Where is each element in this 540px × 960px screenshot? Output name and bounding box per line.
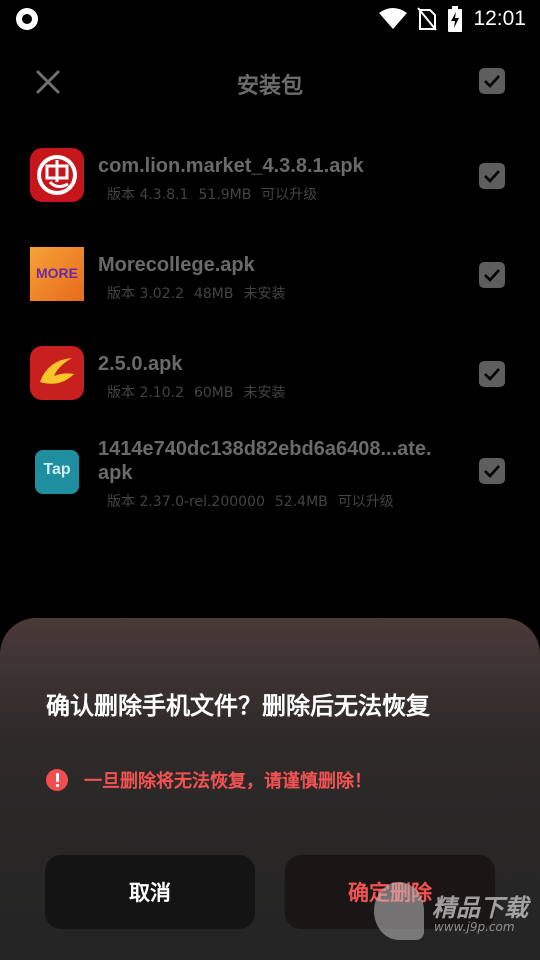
status-time: 12:01: [473, 7, 526, 30]
file-name: Morecollege.apk: [98, 254, 255, 276]
file-status: 可以升级: [337, 494, 394, 510]
watermark-url: www.j9p.com: [434, 920, 515, 934]
header: 安装包: [0, 38, 540, 126]
file-checkbox[interactable]: [479, 458, 505, 484]
checkmark-icon: [484, 75, 500, 88]
file-status: 未安装: [243, 286, 286, 302]
file-meta: 版本 3.02.2 48MB 未安装: [107, 283, 295, 303]
tap-icon-label: Tap: [43, 461, 71, 478]
status-icons: 12:01: [379, 4, 526, 34]
warning-row: 一旦删除将无法恢复，请谨慎删除！: [46, 768, 372, 792]
file-name-line2: apk: [98, 462, 133, 484]
tap-app-icon: Tap: [35, 450, 79, 494]
file-version: 版本 3.02.2: [107, 286, 184, 302]
list-item[interactable]: 2.5.0.apk 版本 2.10.2 60MB 未安装: [0, 340, 540, 432]
checkmark-icon: [484, 368, 500, 381]
select-all-checkbox[interactable]: [479, 68, 505, 94]
file-size: 48MB: [193, 286, 234, 302]
watermark: 精品下载 www.j9p.com: [374, 880, 540, 960]
list-item[interactable]: Tap 1414e740dc138d82ebd6a6408...ate. apk…: [0, 433, 540, 543]
wifi-icon: [379, 8, 408, 29]
list-item[interactable]: com.lion.market_4.3.8.1.apk 版本 4.3.8.1 51…: [0, 142, 540, 234]
status-bar: 12:01: [0, 0, 540, 38]
checkmark-icon: [484, 465, 500, 478]
list-item[interactable]: MORE Morecollege.apk 版本 3.02.2 48MB 未安装: [0, 241, 540, 333]
file-checkbox[interactable]: [479, 163, 505, 189]
no-sim-icon: [417, 7, 438, 31]
file-version: 版本 2.37.0-rel.200000: [107, 494, 265, 510]
page-title: 安装包: [236, 74, 303, 99]
file-size: 51.9MB: [198, 187, 252, 203]
file-name: com.lion.market_4.3.8.1.apk: [98, 155, 364, 177]
cancel-button[interactable]: 取消: [45, 855, 255, 929]
file-version: 版本 4.3.8.1: [107, 187, 189, 203]
watermark-text: 精品下载: [432, 894, 528, 922]
file-size: 52.4MB: [274, 494, 328, 510]
warning-icon: [46, 769, 68, 791]
battery-charging-icon: [448, 6, 463, 32]
more-icon-label: MORE: [36, 265, 78, 281]
checkmark-icon: [484, 269, 500, 282]
app-notification-icon: [16, 8, 38, 30]
file-meta: 版本 2.37.0-rel.200000 52.4MB 可以升级: [107, 491, 404, 511]
file-status: 未安装: [243, 385, 286, 401]
more-app-icon: MORE: [30, 247, 84, 301]
file-name: 2.5.0.apk: [98, 353, 183, 375]
file-name: 1414e740dc138d82ebd6a6408...ate. apk: [98, 437, 432, 485]
file-name-line1: 1414e740dc138d82ebd6a6408...ate.: [98, 438, 432, 460]
file-checkbox[interactable]: [479, 361, 505, 387]
file-size: 60MB: [193, 385, 234, 401]
warning-text: 一旦删除将无法恢复，请谨慎删除！: [84, 771, 372, 792]
checkmark-icon: [484, 170, 500, 183]
file-status: 可以升级: [261, 187, 318, 203]
file-meta: 版本 4.3.8.1 51.9MB 可以升级: [107, 184, 327, 204]
dialog-title: 确认删除手机文件？删除后无法恢复: [46, 692, 430, 720]
file-checkbox[interactable]: [479, 262, 505, 288]
file-meta: 版本 2.10.2 60MB 未安装: [107, 382, 295, 402]
file-version: 版本 2.10.2: [107, 385, 184, 401]
swoosh-app-icon: [30, 346, 84, 400]
watermark-logo-icon: [374, 882, 424, 940]
chong-app-icon: [30, 148, 84, 202]
